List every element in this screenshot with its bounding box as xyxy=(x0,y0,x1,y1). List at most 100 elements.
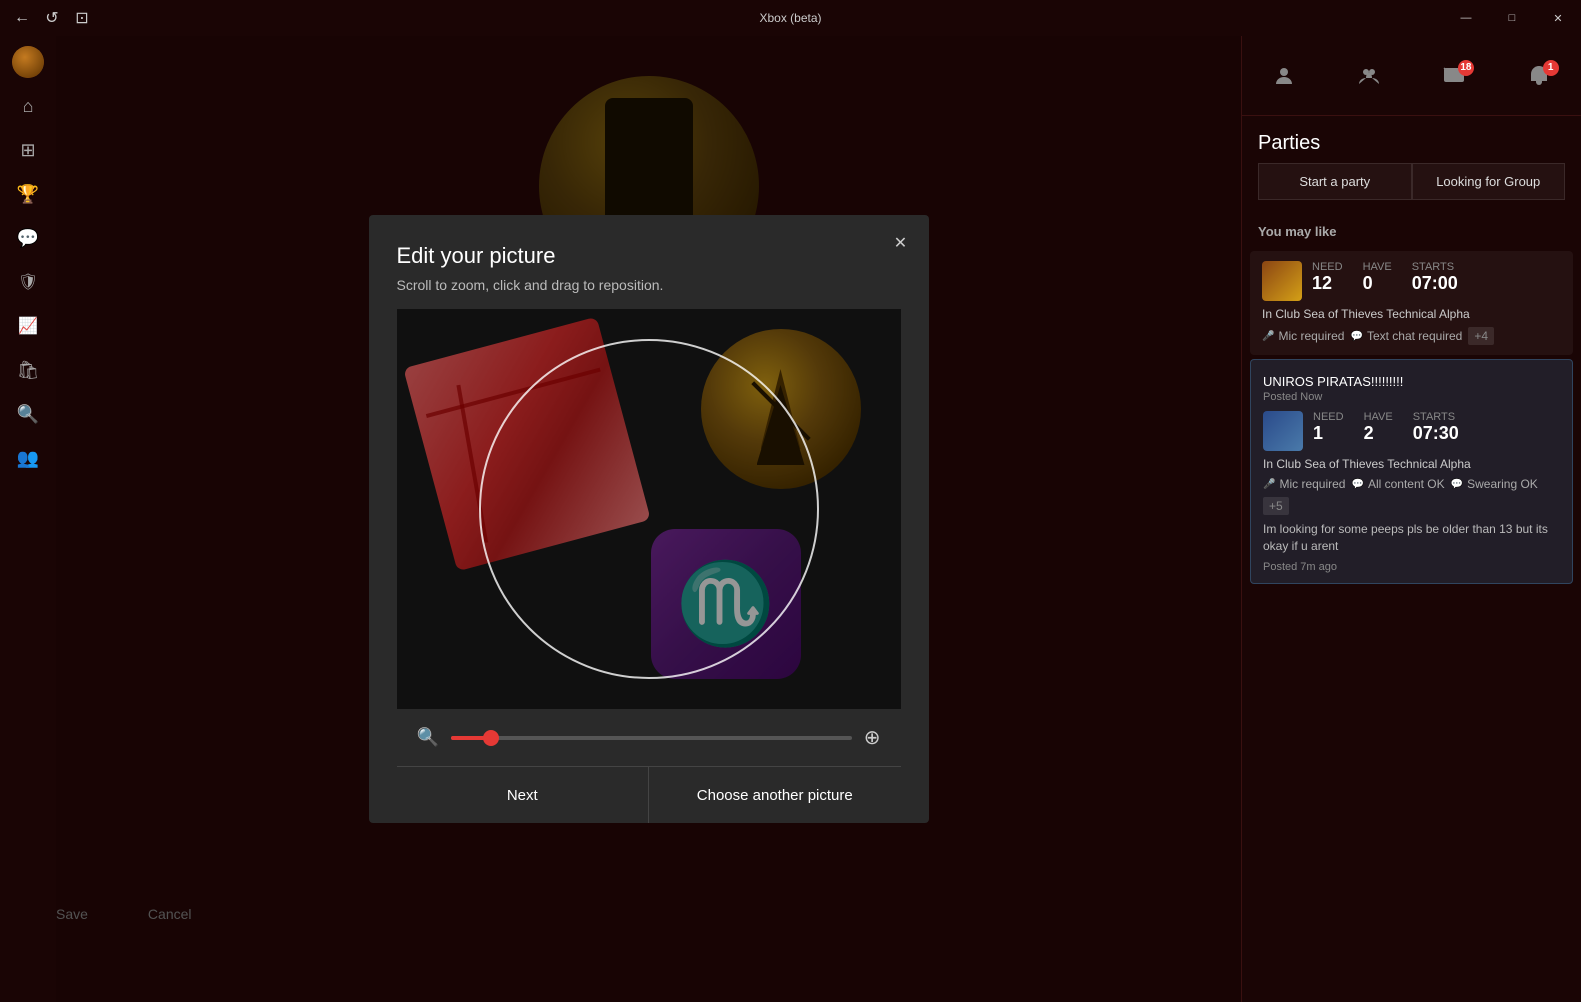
lfg-tag-content: 💬 All content OK xyxy=(1351,477,1444,491)
text-chat-tag-label: Text chat required xyxy=(1367,329,1462,343)
need-value: 12 xyxy=(1312,273,1343,294)
lfg-card-1[interactable]: Need 12 Have 0 Starts 07:00 In Club S xyxy=(1250,251,1573,355)
parties-title: Parties xyxy=(1242,116,1581,163)
chat-icon: 💬 xyxy=(1350,331,1362,342)
content-icon: 💬 xyxy=(1351,479,1363,490)
have-value-2: 2 xyxy=(1364,423,1393,444)
modal-subtitle: Scroll to zoom, click and drag to reposi… xyxy=(397,277,901,293)
lfg-post-title: UNIROS PIRATAS!!!!!!!!! xyxy=(1263,374,1560,389)
titlebar-left: ← ↺ ⊡ xyxy=(12,8,92,28)
need-value-2: 1 xyxy=(1313,423,1344,444)
starts-value: 07:00 xyxy=(1412,273,1458,294)
sidebar-item-home[interactable]: ⌂ xyxy=(8,86,48,126)
mic-tag-label-2: Mic required xyxy=(1279,477,1345,491)
mic-tag-label: Mic required xyxy=(1278,329,1344,343)
content-tag-label: All content OK xyxy=(1368,477,1445,491)
sidebar-item-trend[interactable]: 📈 xyxy=(8,306,48,346)
sidebar-item-grid[interactable]: ⊞ xyxy=(8,130,48,170)
lfg-card-1-avatar xyxy=(1262,261,1302,301)
mic-icon: 🎤 xyxy=(1262,331,1274,342)
lfg-card-2-game: In Club Sea of Thieves Technical Alpha xyxy=(1263,457,1560,471)
have-label: Have xyxy=(1363,261,1392,273)
lfg-tag-mic-2: 🎤 Mic required xyxy=(1263,477,1345,491)
zoom-thumb[interactable] xyxy=(483,730,499,746)
starts-label-2: Starts xyxy=(1413,411,1459,423)
modal-close-button[interactable]: ✕ xyxy=(885,227,917,259)
lfg-tag-mic: 🎤 Mic required xyxy=(1262,327,1344,345)
sidebar-item-trophy[interactable]: 🏆 xyxy=(8,174,48,214)
party-icon[interactable] xyxy=(1357,64,1381,88)
need-label: Need xyxy=(1312,261,1343,273)
edit-picture-modal: ✕ Edit your picture Scroll to zoom, clic… xyxy=(369,215,929,823)
right-panel: 18 1 Parties Start a party Looking for G… xyxy=(1241,36,1581,1002)
friends-icon[interactable] xyxy=(1272,64,1296,88)
have-label-2: Have xyxy=(1364,411,1393,423)
have-value: 0 xyxy=(1363,273,1392,294)
main-content: ⇄ Switch to avatar Save Cancel ✕ Edit yo… xyxy=(56,36,1241,1002)
lfg-card-2-stats: Need 1 Have 2 Starts 07:30 xyxy=(1313,411,1560,444)
lfg-stat-need-2: Need 1 xyxy=(1313,411,1344,444)
close-button[interactable]: ✕ xyxy=(1535,0,1581,36)
modal-title: Edit your picture xyxy=(397,243,901,269)
start-party-button[interactable]: Start a party xyxy=(1258,163,1412,200)
window-controls: — □ ✕ xyxy=(1443,0,1581,36)
lfg-card-1-stats: Need 12 Have 0 Starts 07:00 xyxy=(1312,261,1561,294)
app-body: ⌂ ⊞ 🏆 💬 🛡 📈 🛍 🔍 👥 ⇄ Switch to avatar Sav… xyxy=(0,36,1581,1002)
lfg-posted-time: Posted 7m ago xyxy=(1263,561,1560,573)
sidebar-item-chat[interactable]: 💬 xyxy=(8,218,48,258)
choose-another-picture-button[interactable]: Choose another picture xyxy=(649,767,901,823)
right-panel-content: Parties Start a party Looking for Group … xyxy=(1242,116,1581,1002)
back-button[interactable]: ← xyxy=(12,8,32,28)
pins-photo[interactable]: ♏ xyxy=(397,309,901,709)
lfg-card-1-game: In Club Sea of Thieves Technical Alpha xyxy=(1262,307,1561,321)
mic-icon-2: 🎤 xyxy=(1263,479,1275,490)
swearing-tag-label: Swearing OK xyxy=(1467,477,1538,491)
lfg-card-2[interactable]: UNIROS PIRATAS!!!!!!!!! Posted Now Need … xyxy=(1250,359,1573,584)
image-editor[interactable]: ♏ xyxy=(397,309,901,709)
lfg-card-2-top: Need 1 Have 2 Starts 07:30 xyxy=(1263,411,1560,451)
lfg-stat-have: Have 0 xyxy=(1363,261,1392,294)
lfg-tag-more-2: +5 xyxy=(1263,497,1289,515)
right-panel-topbar: 18 1 xyxy=(1242,36,1581,116)
lfg-tag-swearing: 💬 Swearing OK xyxy=(1451,477,1538,491)
maximize-button[interactable]: □ xyxy=(1489,0,1535,36)
sidebar: ⌂ ⊞ 🏆 💬 🛡 📈 🛍 🔍 👥 xyxy=(0,36,56,1002)
pin-purple: ♏ xyxy=(651,529,801,679)
zoom-slider[interactable] xyxy=(451,736,852,740)
user-avatar[interactable] xyxy=(12,46,44,78)
lfg-card-2-tags: 🎤 Mic required 💬 All content OK 💬 Sweari… xyxy=(1263,477,1560,515)
modal-overlay: ✕ Edit your picture Scroll to zoom, clic… xyxy=(56,36,1241,1002)
starts-label: Starts xyxy=(1412,261,1458,273)
need-label-2: Need xyxy=(1313,411,1344,423)
you-may-like-header: You may like xyxy=(1242,216,1581,247)
zoom-out-icon[interactable]: 🔍 xyxy=(417,727,439,748)
next-button[interactable]: Next xyxy=(397,767,649,823)
sidebar-item-search[interactable]: 🔍 xyxy=(8,394,48,434)
minimize-button[interactable]: — xyxy=(1443,0,1489,36)
zoom-controls: 🔍 ⊕ xyxy=(397,709,901,766)
sidebar-item-shield[interactable]: 🛡 xyxy=(8,262,48,302)
refresh-button[interactable]: ↺ xyxy=(42,8,62,28)
lfg-card-2-avatar xyxy=(1263,411,1303,451)
lfg-post-body: Im looking for some peeps pls be older t… xyxy=(1263,521,1560,555)
pin-gold xyxy=(701,329,861,489)
starts-value-2: 07:30 xyxy=(1413,423,1459,444)
swearing-icon: 💬 xyxy=(1451,479,1463,490)
titlebar: ← ↺ ⊡ Xbox (beta) — □ ✕ xyxy=(0,0,1581,36)
parties-actions: Start a party Looking for Group xyxy=(1242,163,1581,216)
sidebar-item-store[interactable]: 🛍 xyxy=(8,350,48,390)
notifications-icon[interactable]: 1 xyxy=(1527,64,1551,88)
lfg-tag-text-chat: 💬 Text chat required xyxy=(1350,327,1462,345)
lfg-card-1-top: Need 12 Have 0 Starts 07:00 xyxy=(1262,261,1561,301)
lfg-posted-now: Posted Now xyxy=(1263,391,1560,403)
capture-button[interactable]: ⊡ xyxy=(72,8,92,28)
messages-badge: 18 xyxy=(1458,60,1474,76)
looking-for-group-button[interactable]: Looking for Group xyxy=(1412,163,1566,200)
messages-icon[interactable]: 18 xyxy=(1442,64,1466,88)
lfg-card-1-tags: 🎤 Mic required 💬 Text chat required +4 xyxy=(1262,327,1561,345)
zoom-in-icon[interactable]: ⊕ xyxy=(864,725,881,750)
lfg-stat-starts: Starts 07:00 xyxy=(1412,261,1458,294)
scorpio-symbol: ♏ xyxy=(676,557,776,651)
lfg-tag-more-1: +4 xyxy=(1468,327,1494,345)
sidebar-item-community[interactable]: 👥 xyxy=(8,438,48,478)
